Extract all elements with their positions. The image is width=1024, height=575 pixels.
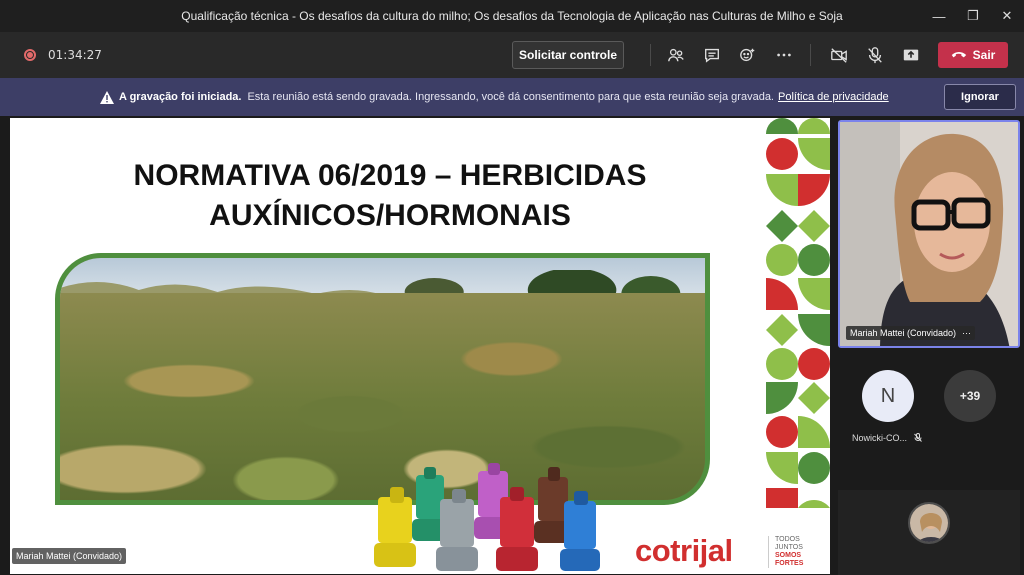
video-name-tag: Mariah Mattei (Convidado) ···: [846, 326, 976, 340]
meeting-stage: NORMATIVA 06/2019 – HERBICIDAS AUXÍNICOS…: [0, 116, 1024, 575]
mic-off-icon: [914, 433, 922, 442]
decorative-pattern: [766, 118, 830, 508]
self-avatar: [908, 502, 950, 544]
tagline-word: JUNTOS: [775, 544, 803, 551]
ignore-button[interactable]: Ignorar: [944, 84, 1016, 110]
video-participant-name: Mariah Mattei (Convidado): [850, 328, 957, 338]
participant-label: Nowicki-CO...: [852, 432, 923, 443]
window-titlebar: Qualificação técnica - Os desafios da cu…: [0, 0, 1024, 32]
slide-title: NORMATIVA 06/2019 – HERBICIDAS AUXÍNICOS…: [70, 156, 710, 236]
participant-avatar[interactable]: N: [862, 370, 914, 422]
banner-title: A gravação foi iniciada.: [119, 91, 242, 103]
presenter-name-tag: Mariah Mattei (Convidado): [12, 548, 127, 564]
more-icon[interactable]: [773, 44, 795, 66]
close-icon[interactable]: ✕: [990, 0, 1024, 32]
tagline-word: TODOS: [775, 536, 800, 543]
more-participants-button[interactable]: +39: [944, 370, 996, 422]
privacy-policy-link[interactable]: Política de privacidade: [778, 91, 889, 103]
shared-slide: NORMATIVA 06/2019 – HERBICIDAS AUXÍNICOS…: [10, 118, 830, 574]
toolbar-divider: [810, 44, 811, 66]
participants-icon[interactable]: [665, 44, 687, 66]
reactions-icon[interactable]: [737, 44, 759, 66]
chat-icon[interactable]: [701, 44, 723, 66]
slide-title-line1: NORMATIVA 06/2019 – HERBICIDAS: [133, 159, 647, 192]
participant-video: [840, 122, 1018, 346]
logo-tagline: TODOS JUNTOS SOMOS FORTES: [775, 536, 825, 568]
slide-title-line2: AUXÍNICOS/HORMONAIS: [209, 199, 571, 232]
participant-name: Nowicki-CO...: [852, 432, 908, 443]
minimize-icon[interactable]: —: [922, 0, 956, 32]
participant-avatars: N +39 Nowicki-CO...: [838, 370, 1020, 460]
self-view-tile[interactable]: [838, 490, 1020, 575]
mic-off-icon[interactable]: [864, 44, 886, 66]
phone-icon: [951, 52, 966, 58]
meeting-toolbar: 01:34:27 Solicitar controle Sair: [0, 32, 1024, 78]
banner-message: Esta reunião está sendo gravada. Ingress…: [247, 91, 774, 103]
meeting-timer: 01:34:27: [48, 48, 102, 62]
more-options-icon[interactable]: ···: [962, 328, 971, 338]
window-title: Qualificação técnica - Os desafios da cu…: [181, 9, 843, 23]
leave-button[interactable]: Sair: [938, 42, 1008, 68]
tagline-word: SOMOS: [775, 552, 802, 559]
recording-icon: [24, 49, 36, 61]
spray-nozzles-image: [374, 463, 600, 571]
recording-banner: A gravação foi iniciada. Esta reunião es…: [0, 78, 1024, 116]
tagline-word: FORTES: [775, 560, 804, 567]
leave-label: Sair: [972, 48, 996, 62]
share-icon[interactable]: [900, 44, 922, 66]
window-controls: — ❐ ✕: [922, 0, 1024, 32]
cotrijal-logo: cotrijal: [635, 533, 733, 568]
video-tile[interactable]: Mariah Mattei (Convidado) ···: [838, 120, 1020, 348]
warning-icon: [100, 90, 114, 104]
toolbar-divider: [650, 44, 651, 66]
camera-off-icon[interactable]: [828, 44, 850, 66]
restore-icon[interactable]: ❐: [956, 0, 990, 32]
logo-divider: [768, 536, 769, 568]
request-control-button[interactable]: Solicitar controle: [512, 41, 624, 69]
